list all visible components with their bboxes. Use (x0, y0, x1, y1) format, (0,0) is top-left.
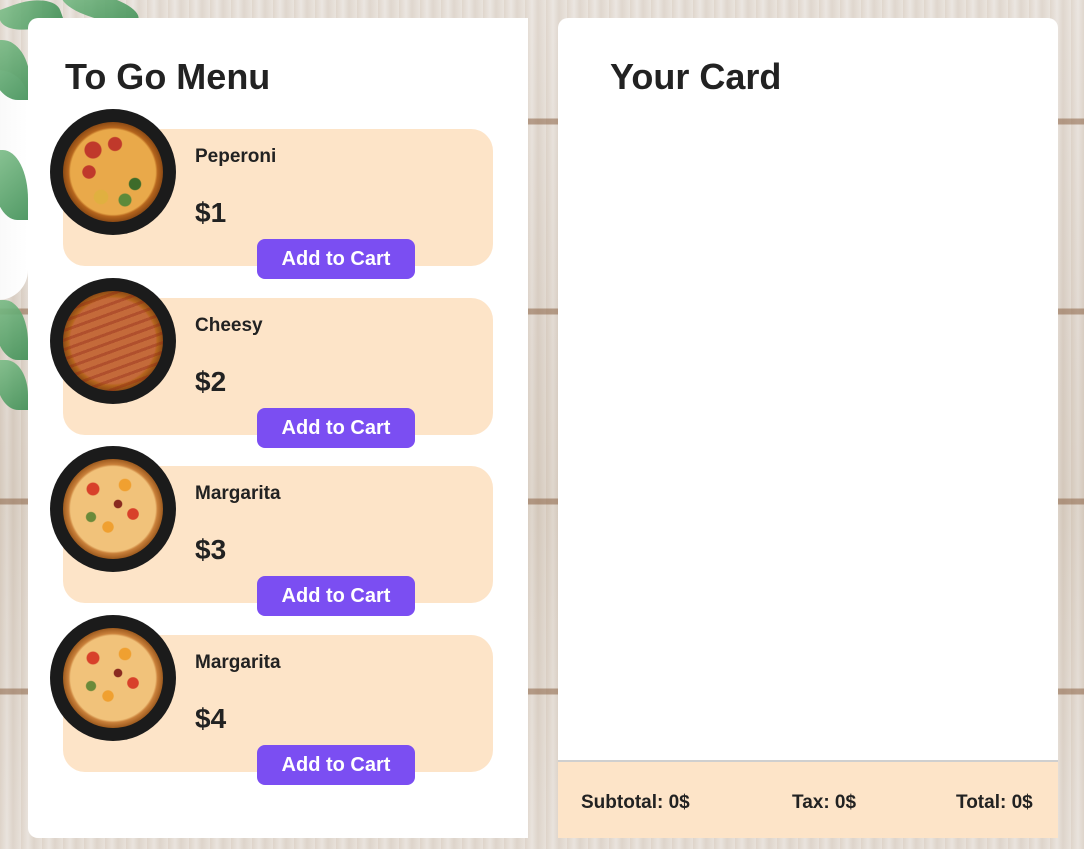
item-price: $3 (195, 534, 227, 565)
pizza-plate (50, 109, 176, 235)
item-price: $2 (195, 366, 227, 397)
item-name: Margarita (195, 652, 281, 673)
menu-item: Peperoni $1 Add to Cart (50, 109, 500, 279)
menu-panel: To Go Menu Peperoni $1 Add to Cart Chees… (28, 18, 528, 838)
add-to-cart-button[interactable]: Add to Cart (257, 408, 415, 448)
margarita-pizza-image (63, 459, 163, 559)
menu-title: To Go Menu (65, 56, 271, 97)
item-name: Cheesy (195, 315, 263, 336)
pizza-plate (50, 278, 176, 404)
menu-item: Margarita $4 Add to Cart (50, 615, 500, 785)
cart-panel: Your Card Subtotal: 0$ Tax: 0$ Total: 0$ (558, 18, 1058, 838)
pizza-plate (50, 446, 176, 572)
add-to-cart-button[interactable]: Add to Cart (257, 745, 415, 785)
item-name: Margarita (195, 483, 281, 504)
cart-title: Your Card (610, 56, 782, 97)
cheesy-pizza-image (63, 291, 163, 391)
margarita-pizza-image (63, 628, 163, 728)
item-name: Peperoni (195, 146, 277, 167)
item-price: $1 (195, 197, 227, 228)
tax-label: Tax: 0$ (792, 792, 857, 813)
menu-item: Margarita $3 Add to Cart (50, 446, 500, 616)
add-to-cart-button[interactable]: Add to Cart (257, 576, 415, 616)
pizza-plate (50, 615, 176, 741)
item-price: $4 (195, 703, 227, 734)
add-to-cart-button[interactable]: Add to Cart (257, 239, 415, 279)
cart-summary-footer: Subtotal: 0$ Tax: 0$ Total: 0$ (558, 760, 1058, 838)
pepperoni-pizza-image (63, 122, 163, 222)
menu-item: Cheesy $2 Add to Cart (50, 278, 500, 448)
total-label: Total: 0$ (956, 792, 1033, 813)
subtotal-label: Subtotal: 0$ (581, 792, 690, 813)
